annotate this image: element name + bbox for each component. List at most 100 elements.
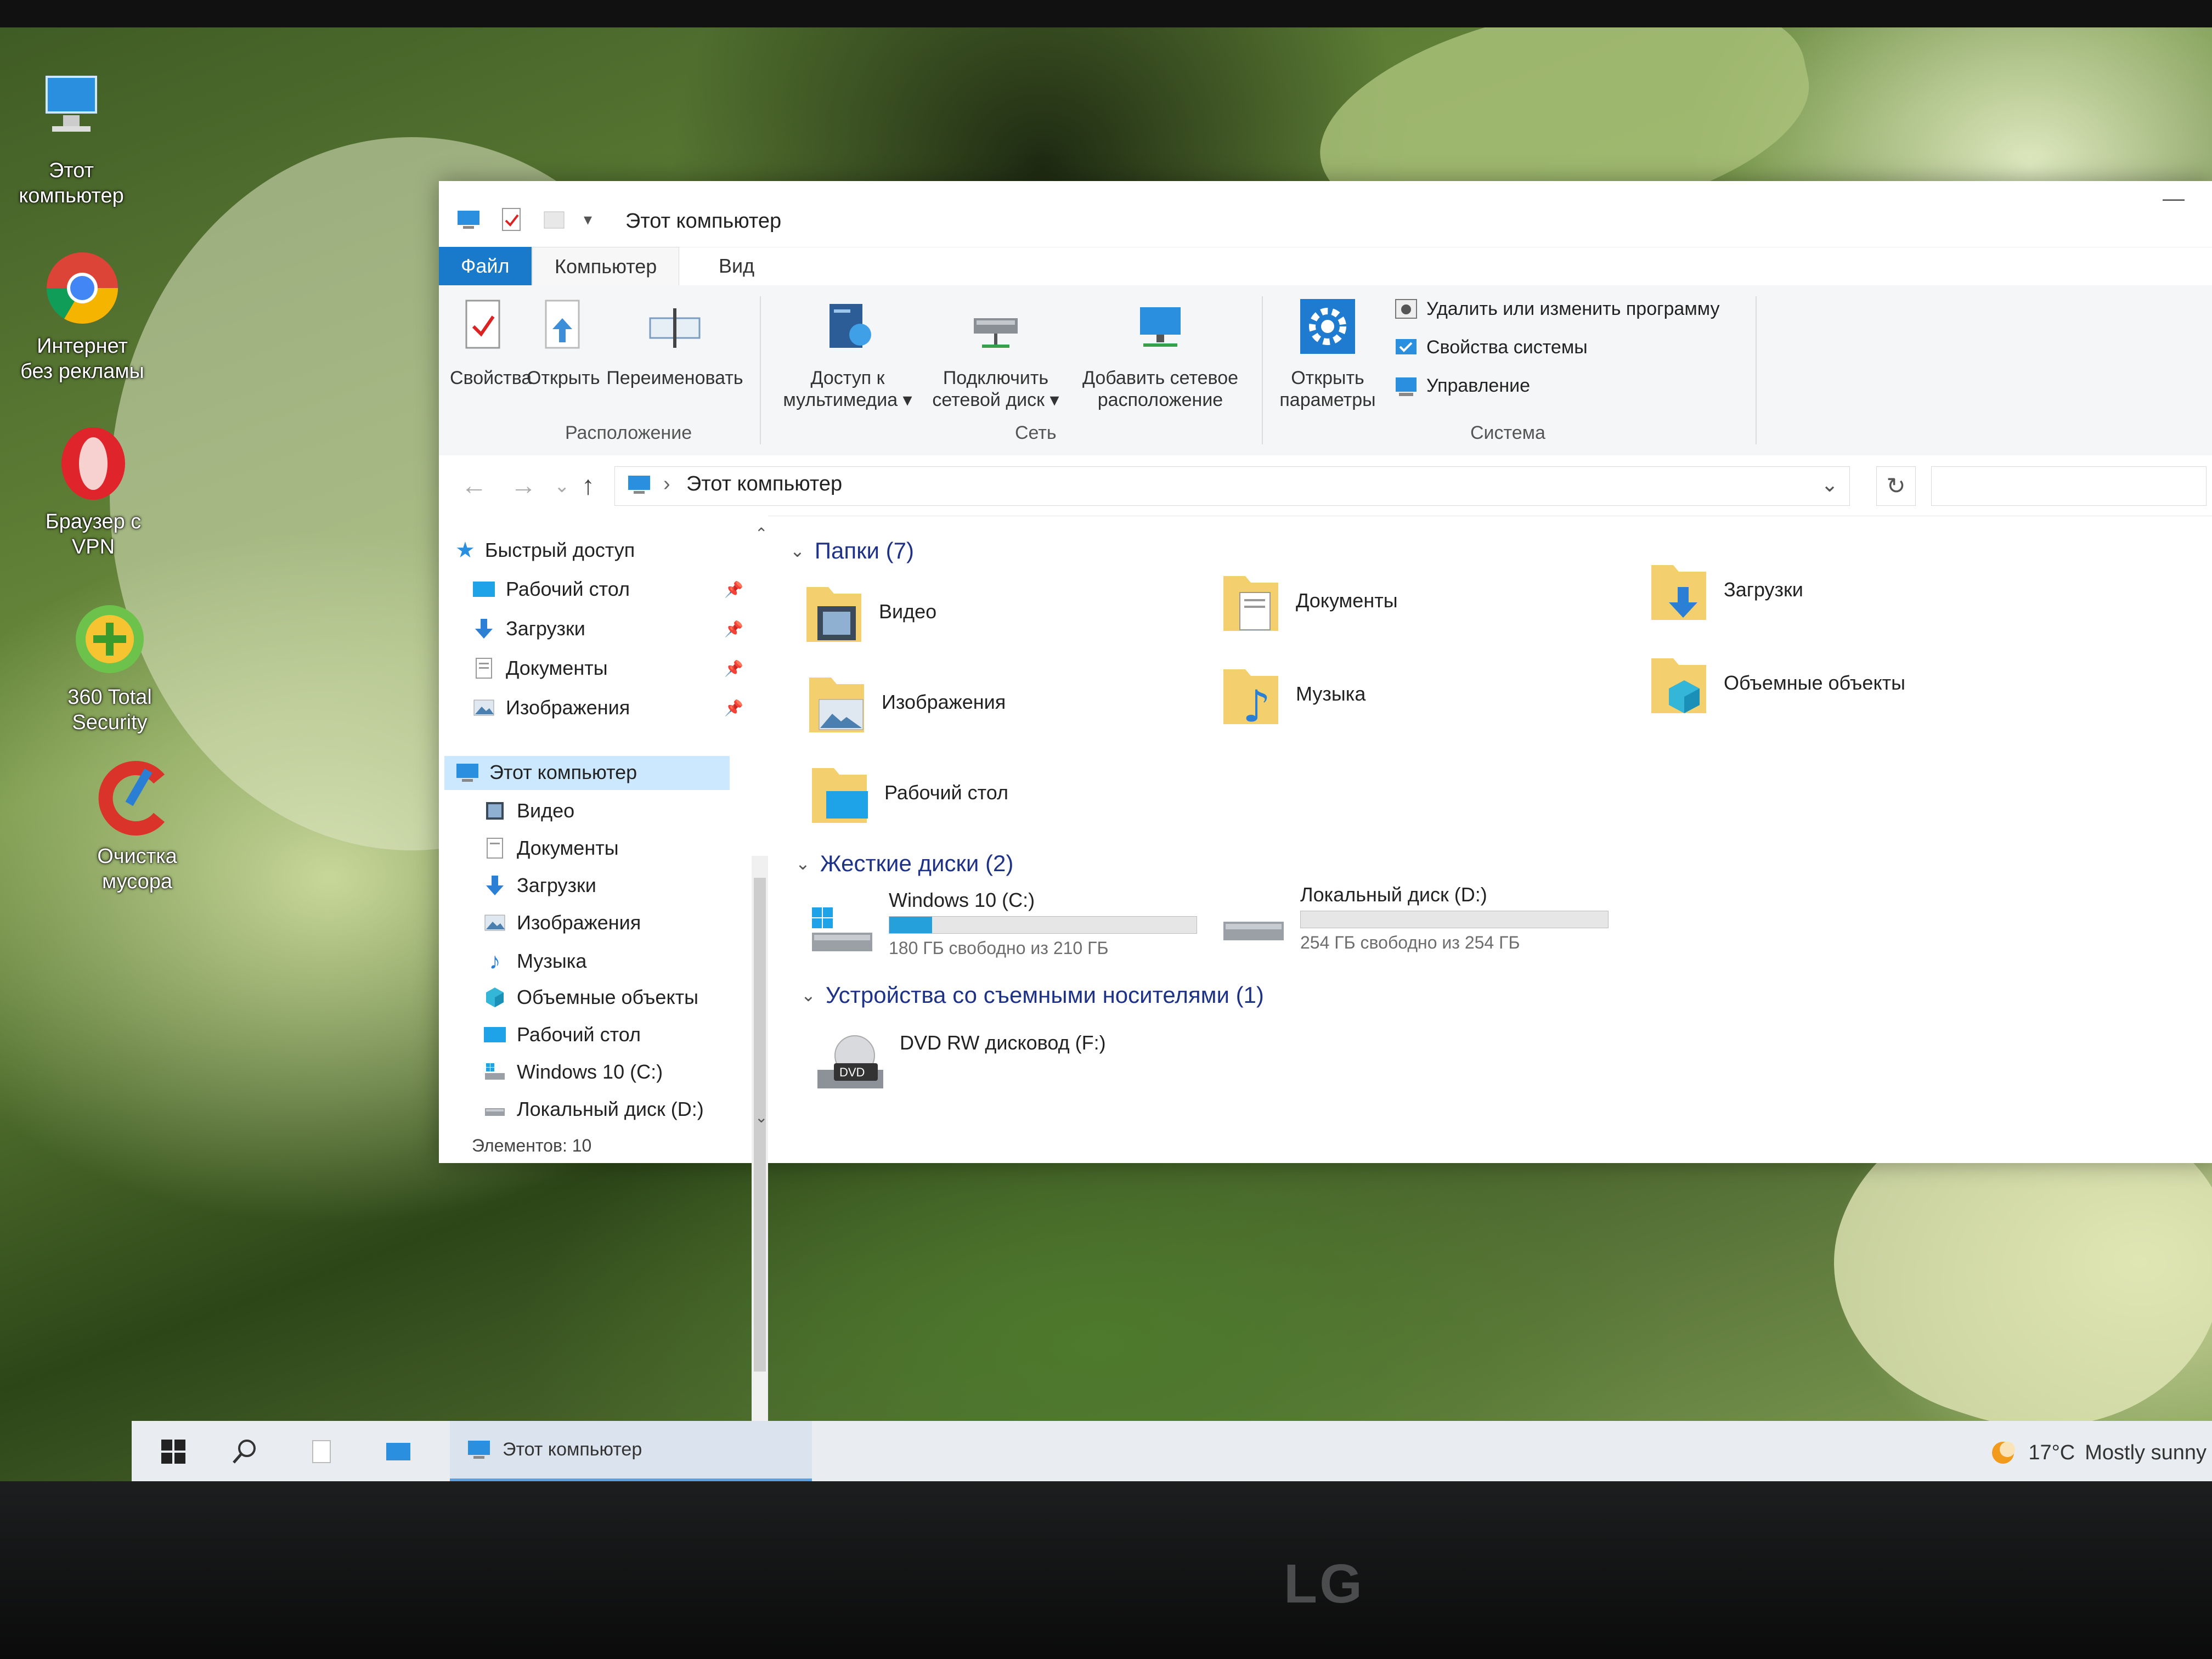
group-header-removable[interactable]: ⌄ Устройства со съемными носителями (1) xyxy=(801,982,1264,1008)
desktop-icon-this-pc[interactable]: Этот компьютер xyxy=(0,71,143,208)
manage-button[interactable]: Управление xyxy=(1393,373,1530,398)
drive-usage-fill xyxy=(889,917,933,933)
group-header-hard-drives[interactable]: ⌄ Жесткие диски (2) xyxy=(795,850,1013,877)
group-header-folders[interactable]: ⌄ Папки (7) xyxy=(790,538,914,564)
folder-pictures[interactable]: Изображения xyxy=(804,667,1006,738)
folder-videos[interactable]: Видео xyxy=(801,576,936,647)
media-access-button[interactable]: Доступ к мультимедиа ▾ xyxy=(776,296,919,411)
file-explorer-icon[interactable] xyxy=(384,1437,413,1466)
opera-icon xyxy=(52,422,134,505)
nav-label: Рабочий стол xyxy=(506,578,630,600)
weather-widget[interactable]: 17°C Mostly sunny xyxy=(1988,1437,2207,1468)
open-button[interactable]: Открыть xyxy=(527,296,600,389)
pin-icon[interactable]: 📌 xyxy=(724,580,743,599)
folder-3d-objects[interactable]: Объемные объекты xyxy=(1646,647,1905,719)
folder-documents[interactable]: Документы xyxy=(1218,565,1398,636)
minimize-button[interactable]: — xyxy=(2152,187,2196,219)
task-view-icon[interactable] xyxy=(307,1437,336,1466)
picture-icon xyxy=(484,915,505,931)
folder-music[interactable]: ♪ Музыка xyxy=(1218,658,1365,730)
search-input[interactable] xyxy=(1931,466,2207,506)
drive-name: DVD RW дисковод (F:) xyxy=(900,1031,1106,1054)
nav-scrollbar[interactable] xyxy=(752,856,768,1459)
navigation-pane: ⌃ ⌄ ★ Быстрый доступ Рабочий стол 📌 Загр… xyxy=(439,516,768,1459)
folder-downloads[interactable]: Загрузки xyxy=(1646,554,1803,625)
nav-pc-desktop[interactable]: Рабочий стол xyxy=(483,1023,641,1047)
tab-computer[interactable]: Компьютер xyxy=(532,247,680,286)
taskbar-app-this-pc[interactable]: Этот компьютер xyxy=(450,1421,812,1481)
open-settings-button[interactable]: Открыть параметры xyxy=(1273,296,1383,411)
tab-file[interactable]: Файл xyxy=(439,247,532,285)
nav-pc-drive-d[interactable]: Локальный диск (D:) xyxy=(483,1097,704,1121)
desktop-icon-chrome[interactable]: Интернет без рекламы xyxy=(11,247,154,384)
nav-qa-downloads[interactable]: Загрузки xyxy=(472,617,585,641)
up-button[interactable]: ↑ xyxy=(582,471,595,501)
nav-pc-pictures[interactable]: Изображения xyxy=(483,911,641,935)
back-button[interactable]: ← xyxy=(461,471,487,501)
dvd-drive-icon: DVD xyxy=(817,1035,883,1088)
address-dropdown-icon[interactable]: ⌄ xyxy=(1821,472,1838,497)
nav-pc-music[interactable]: ♪ Музыка xyxy=(483,948,587,974)
windows-drive-icon xyxy=(485,1063,505,1080)
new-folder-quick-icon[interactable] xyxy=(541,206,567,233)
desktop-icon-opera[interactable]: Браузер с VPN xyxy=(22,422,165,560)
forward-button[interactable]: → xyxy=(510,471,537,501)
breadcrumb-separator[interactable]: › xyxy=(663,472,670,496)
ribbon-tabs: Файл Компьютер Вид xyxy=(439,247,2212,286)
pin-icon[interactable]: 📌 xyxy=(724,620,743,638)
nav-label: Документы xyxy=(517,837,619,859)
rename-button[interactable]: Переименовать xyxy=(603,296,746,389)
programs-icon xyxy=(1395,299,1417,319)
network-drive-icon xyxy=(974,318,1018,348)
nav-scroll-down-icon[interactable]: ⌄ xyxy=(755,1108,768,1126)
desktop-icon-cleaner[interactable]: Очистка мусора xyxy=(66,757,208,894)
nav-qa-pictures[interactable]: Изображения xyxy=(472,696,630,720)
map-drive-button[interactable]: Подключить сетевой диск ▾ xyxy=(927,296,1064,411)
nav-this-pc[interactable]: Этот компьютер xyxy=(455,760,637,785)
pin-icon[interactable]: 📌 xyxy=(724,699,743,717)
explorer-window[interactable]: ▾ Этот компьютер — Файл Компьютер Вид Св… xyxy=(439,181,2212,1459)
ribbon-separator xyxy=(1756,296,1757,444)
nav-pc-drive-c[interactable]: Windows 10 (C:) xyxy=(483,1060,663,1084)
nav-label: Музыка xyxy=(517,950,587,972)
title-bar[interactable]: ▾ Этот компьютер — xyxy=(439,181,2212,247)
nav-qa-desktop[interactable]: Рабочий стол xyxy=(472,577,630,601)
monitor-bezel-top xyxy=(0,0,2212,27)
address-bar-row: ← → ⌄ ↑ › Этот компьютер ⌄ ↻ xyxy=(439,455,2212,516)
uninstall-program-button[interactable]: Удалить или изменить программу xyxy=(1393,296,1719,321)
address-bar[interactable]: › Этот компьютер ⌄ xyxy=(614,466,1850,506)
content-pane: ⌄ Папки (7) Видео Документы Загрузки Изо… xyxy=(779,516,2205,1163)
desktop-icon-label: Интернет без рекламы xyxy=(20,335,144,383)
desktop-icon-360-security[interactable]: 360 Total Security xyxy=(38,598,181,735)
breadcrumb-this-pc[interactable]: Этот компьютер xyxy=(686,472,842,496)
nav-label: Изображения xyxy=(506,696,630,719)
nav-qa-documents[interactable]: Документы xyxy=(472,656,608,680)
nav-quick-access[interactable]: ★ Быстрый доступ xyxy=(455,538,635,563)
nav-pc-videos[interactable]: Видео xyxy=(483,799,574,823)
folder-desktop[interactable]: Рабочий стол xyxy=(806,757,1008,828)
nav-scroll-up-icon[interactable]: ⌃ xyxy=(755,524,768,543)
hard-drive-icon xyxy=(485,1108,505,1116)
system-properties-button[interactable]: Свойства системы xyxy=(1393,335,1588,360)
folder-label: Объемные объекты xyxy=(1724,672,1905,694)
sun-icon xyxy=(1992,1442,2016,1464)
tab-view[interactable]: Вид xyxy=(697,247,776,285)
nav-pc-downloads[interactable]: Загрузки xyxy=(483,873,596,898)
properties-quick-icon[interactable] xyxy=(498,206,524,233)
weather-temperature: 17°C xyxy=(2028,1441,2075,1464)
folder-label: Рабочий стол xyxy=(884,781,1008,804)
search-icon[interactable] xyxy=(230,1437,259,1466)
nav-pc-documents[interactable]: Документы xyxy=(483,836,619,860)
customize-quick-access-icon[interactable]: ▾ xyxy=(584,210,592,229)
properties-button[interactable]: Свойства xyxy=(450,296,532,389)
uninstall-program-label: Удалить или изменить программу xyxy=(1426,298,1720,319)
download-arrow-icon xyxy=(486,876,504,895)
pin-icon[interactable]: 📌 xyxy=(724,659,743,678)
nav-pc-3d-objects[interactable]: Объемные объекты xyxy=(483,985,698,1009)
music-folder-icon: ♪ xyxy=(1223,669,1278,730)
recent-locations-button[interactable]: ⌄ xyxy=(554,475,570,497)
windows-start-icon[interactable] xyxy=(159,1437,188,1466)
folder-label: Музыка xyxy=(1296,682,1366,705)
add-network-location-button[interactable]: Добавить сетевое расположение xyxy=(1070,296,1251,411)
refresh-button[interactable]: ↻ xyxy=(1876,466,1916,506)
